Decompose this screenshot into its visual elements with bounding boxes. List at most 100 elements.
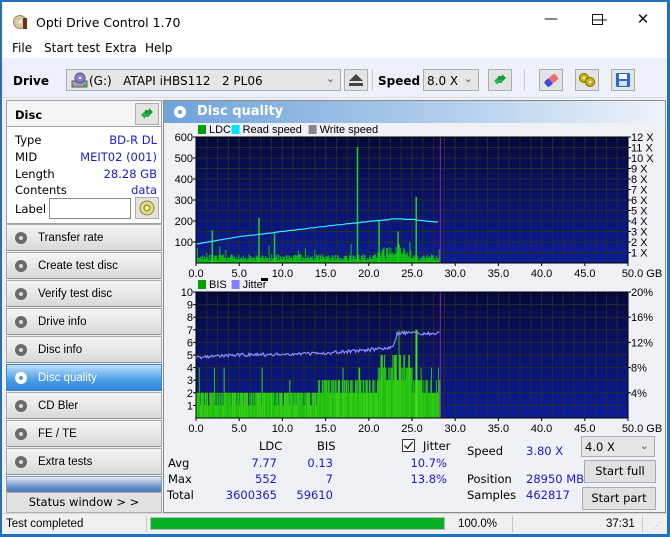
x-tick-label: 20.0 [358, 423, 379, 433]
ldc-bar [222, 254, 224, 263]
ldc-bar [250, 256, 252, 263]
ldc-bar [260, 257, 262, 263]
ldc-bar [281, 259, 283, 263]
status-window-button[interactable]: Status window > > [6, 492, 162, 513]
refresh-icon [494, 74, 506, 85]
ldc-bar [283, 256, 285, 263]
ldc-bar [362, 258, 364, 263]
ldc-bar [392, 252, 394, 263]
disc-refresh-button[interactable] [135, 103, 159, 125]
ldc-bar [388, 247, 390, 263]
ldc-bar [266, 257, 268, 263]
ldc-bar [436, 255, 438, 263]
ldc-spike [211, 230, 214, 263]
maximize-btn[interactable] [574, 2, 620, 36]
ldc-bar [210, 254, 212, 263]
x-tick-label: 10.0 [272, 423, 293, 433]
x-tick-label: 30.0 [444, 268, 465, 278]
y-tick-label: 200 [175, 216, 193, 228]
x-tick-label: 5.0 [232, 423, 247, 433]
sidebar-item-create-test-disc[interactable]: Create test disc [6, 252, 162, 279]
settings-button[interactable] [575, 69, 599, 91]
start-part-button[interactable]: Start part [582, 487, 656, 510]
ldc-bar [399, 244, 401, 263]
speed-select-value: 8.0 X [427, 74, 459, 88]
ldc-bar [409, 242, 411, 263]
ldc-bar [213, 258, 215, 263]
checkmark-icon [404, 441, 414, 450]
y-tick-label: 10 [181, 287, 193, 299]
ldc-bar [354, 256, 356, 263]
menu-extra[interactable]: Extra [105, 41, 137, 55]
close-btn[interactable]: ✕ [620, 2, 666, 36]
menu-start-test[interactable]: Start test [44, 41, 100, 55]
erase-button[interactable] [539, 69, 563, 91]
ldc-bar [323, 257, 325, 263]
refresh-button[interactable] [488, 69, 512, 91]
ldc-bar [424, 256, 426, 263]
ldc-bar [335, 254, 337, 263]
ldc-bar [308, 257, 310, 263]
test-speed-select[interactable]: 4.0 X ⌄ [581, 436, 655, 457]
ldc-bar [381, 250, 383, 263]
ldc-bar [377, 252, 379, 263]
ldc-bar [333, 255, 335, 263]
panel-header: Disc quality [164, 101, 665, 123]
ldc-bar [380, 256, 382, 263]
disc-contents-key: Contents [15, 183, 67, 197]
ldc-spike [415, 196, 417, 263]
sidebar-item-cd-bler[interactable]: CD Bler [6, 392, 162, 419]
save-button[interactable] [611, 69, 635, 91]
sidebar-item-fe-te[interactable]: FE / TE [6, 420, 162, 447]
y2-tick-label: 12 X [631, 132, 654, 144]
ldc-bar [262, 255, 264, 263]
ldc-bar [354, 258, 356, 263]
x-tick-label: 15.0 [315, 268, 336, 278]
start-full-button[interactable]: Start full [584, 460, 656, 483]
ldc-bar [393, 254, 395, 263]
ldc-bar [295, 254, 297, 263]
speed-select[interactable]: 8.0 X ⌄ [423, 69, 479, 91]
ldc-bar [299, 254, 301, 263]
ldc-bar [276, 254, 278, 263]
menu-help[interactable]: Help [145, 41, 172, 55]
ldc-bar [400, 253, 402, 263]
chevron-down-icon: ⌄ [325, 72, 335, 85]
x-tick-label: 35.0 [488, 423, 509, 433]
disc-label-input[interactable] [49, 198, 131, 219]
sidebar-item-verify-test-disc[interactable]: Verify test disc [6, 280, 162, 307]
ldc-bar [198, 257, 200, 263]
disc-label-button[interactable] [135, 197, 159, 219]
ldc-bar [352, 255, 354, 263]
ldc-bar [382, 248, 384, 263]
ldc-bar [389, 253, 391, 263]
y-tick-label: 400 [175, 174, 193, 186]
sidebar-item-transfer-rate[interactable]: Transfer rate [6, 224, 162, 251]
ldc-bar [307, 254, 309, 263]
sidebar-item-disc-info[interactable]: Disc info [6, 336, 162, 363]
y-tick-label: 500 [175, 153, 193, 165]
sidebar-item-disc-quality[interactable]: Disc quality [6, 364, 162, 391]
minimize-btn[interactable]: — [528, 2, 574, 36]
ldc-bar [221, 255, 223, 263]
app-logo-icon [13, 15, 27, 29]
ldc-bar [336, 255, 338, 263]
disc-mid-value: MEIT02 (001) [80, 150, 157, 164]
x-tick-label: 45.0 [574, 268, 595, 278]
menu-file[interactable]: File [12, 41, 32, 55]
stats-col-bis: BIS [317, 439, 336, 453]
ldc-bar [235, 258, 237, 263]
resize-grip-icon[interactable]: ⋰ [653, 521, 661, 530]
jitter-checkbox[interactable] [402, 439, 415, 452]
sidebar-item-drive-info[interactable]: Drive info [6, 308, 162, 335]
ldc-bar [407, 256, 409, 263]
y2-tick-label: 11 X [631, 143, 653, 155]
y-tick-label: 2 [187, 388, 193, 400]
sidebar-item-extra-tests[interactable]: Extra tests [6, 448, 162, 475]
ldc-bar [236, 256, 238, 263]
ldc-bar [363, 254, 365, 263]
eject-button[interactable] [344, 69, 368, 91]
ldc-bar [292, 255, 294, 263]
minimize-icon: — [544, 11, 558, 27]
drive-select[interactable]: (G:) ATAPI iHBS112 2 PL06 ⌄ [66, 69, 341, 91]
